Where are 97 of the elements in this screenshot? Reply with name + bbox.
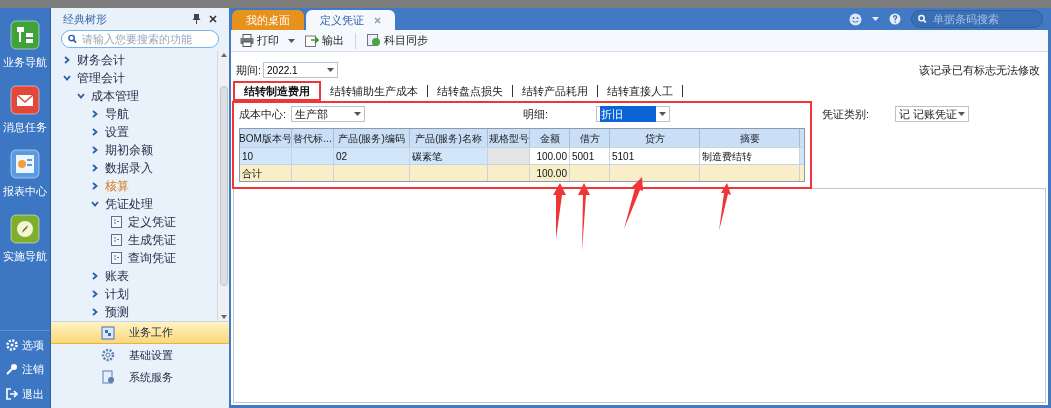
caret-icon [327,68,335,72]
panel-title: 经典树形 [63,11,107,27]
chevron-right-icon[interactable] [91,164,99,172]
table-cell-text: 制造费结转 [702,149,752,164]
table-cell-text: 02 [336,149,348,164]
tree-item[interactable]: 定义凭证 [128,213,176,231]
key-icon [6,363,18,376]
document-icon [111,234,122,246]
chevron-right-icon[interactable] [91,308,99,316]
scroll-down-icon[interactable] [220,315,227,319]
caret-icon [958,112,965,116]
toolbar-button[interactable]: 输出 [302,31,347,50]
export-icon [305,34,319,47]
nav-item[interactable]: 实施导航 [3,247,47,264]
sync-icon [367,34,381,47]
smiley-icon[interactable] [849,12,862,26]
footer-link[interactable]: 注销 [22,361,44,378]
module-tab[interactable]: 业务工作 [51,322,229,344]
close-icon[interactable] [209,15,217,23]
chevron-right-icon[interactable] [91,110,99,118]
caret-icon [354,112,361,116]
dropdown[interactable]: 生产部 [291,106,365,122]
field-label: 明细: [523,106,550,122]
table-cell-text: 5101 [612,149,635,164]
table-cell-text: 5001 [572,149,595,164]
field-label: 成本中心: [239,106,288,122]
search-field[interactable]: 请输入您要搜索的功能 [61,30,219,48]
chevron-right-icon[interactable] [91,146,99,154]
report-icon [10,149,40,179]
chevron-right-icon[interactable] [91,290,99,298]
pin-icon[interactable] [192,14,201,24]
table-cell-text: 10 [242,149,254,164]
sub-tab[interactable]: 结转制造费用 [233,81,321,101]
envelope-icon [10,84,40,115]
search-icon [68,34,78,44]
nav-item[interactable]: 报表中心 [3,183,47,200]
tree-item[interactable]: 财务会计 [77,51,125,69]
tree-item[interactable]: 查询凭证 [128,249,176,267]
dropdown[interactable]: 记 记账凭证 [895,106,969,122]
nav-item[interactable]: 消息任务 [3,118,47,135]
chevron-right-icon[interactable] [91,272,99,280]
chevron-down-icon[interactable] [91,200,99,208]
gear-icon [101,348,115,362]
field-label: 凭证类别: [822,106,871,122]
caret-icon [659,112,666,116]
barcode-search-field[interactable]: 单据条码搜索 [911,10,1043,28]
chevron-down-icon[interactable] [63,74,71,82]
table-cell-text: 合计 [242,166,262,181]
tree-item[interactable]: 成本管理 [91,87,139,105]
table-cell-text: 100.00 [536,166,567,181]
field-label: 期间: [236,62,262,78]
table-cell-text: 100.00 [536,149,567,164]
sub-tab[interactable]: 结转产品耗用 [513,81,597,101]
scroll-up-icon[interactable] [220,53,227,57]
chevron-down-icon[interactable] [77,92,85,100]
printer-icon [240,34,254,47]
table-row[interactable]: 10 02 碳素笔 100.00 5001 5101 制造费结转 [240,147,804,164]
tree-item[interactable]: 凭证处理 [105,195,153,213]
table-row[interactable]: 合计 100.00 [240,164,804,181]
toolbar-button[interactable]: 科目同步 [364,31,431,50]
document-icon [111,252,122,264]
tree-item[interactable]: 计划 [105,285,129,303]
period-dropdown[interactable]: 2022.1 [263,62,339,78]
table-cell-text: 碳素笔 [412,149,442,164]
tree-icon [10,20,40,50]
tree-item[interactable]: 预测 [105,303,129,321]
footer-link[interactable]: 退出 [22,385,44,402]
compass-icon [10,213,40,244]
sub-tab[interactable]: 结转辅助生产成本 [321,81,427,101]
tree-item[interactable]: 期初余额 [105,141,153,159]
window-icon [101,325,115,340]
scrollbar[interactable] [217,51,229,321]
caret-icon[interactable] [872,17,879,21]
sub-tab[interactable]: 结转直接人工 [598,81,682,101]
chevron-right-icon[interactable] [91,128,99,136]
chevron-right-icon[interactable] [63,56,71,64]
document-gear-icon [101,370,115,384]
tree-item[interactable]: 导航 [105,105,129,123]
tree-item[interactable]: 设置 [105,123,129,141]
tree-item[interactable]: 数据录入 [105,159,153,177]
exit-icon [6,387,18,400]
caret-icon [288,38,295,43]
tree-item[interactable]: 管理会计 [77,69,125,87]
tree-item[interactable]: 账表 [105,267,129,285]
tree-item[interactable]: 生成凭证 [128,231,176,249]
tab[interactable]: 定义凭证 [306,10,395,30]
toolbar-button[interactable]: 打印 [237,31,298,50]
status-message: 该记录已有标志无法修改 [919,62,1040,78]
document-icon [111,216,122,228]
dropdown[interactable]: 折旧 [596,106,670,122]
nav-item[interactable]: 业务导航 [3,54,47,71]
chevron-right-icon[interactable] [91,182,99,190]
search-icon [918,14,927,24]
help-icon[interactable] [889,13,901,25]
footer-link[interactable]: 选项 [22,336,44,353]
sub-tab[interactable]: 结转盘点损失 [428,81,512,101]
gear-icon [6,338,18,351]
